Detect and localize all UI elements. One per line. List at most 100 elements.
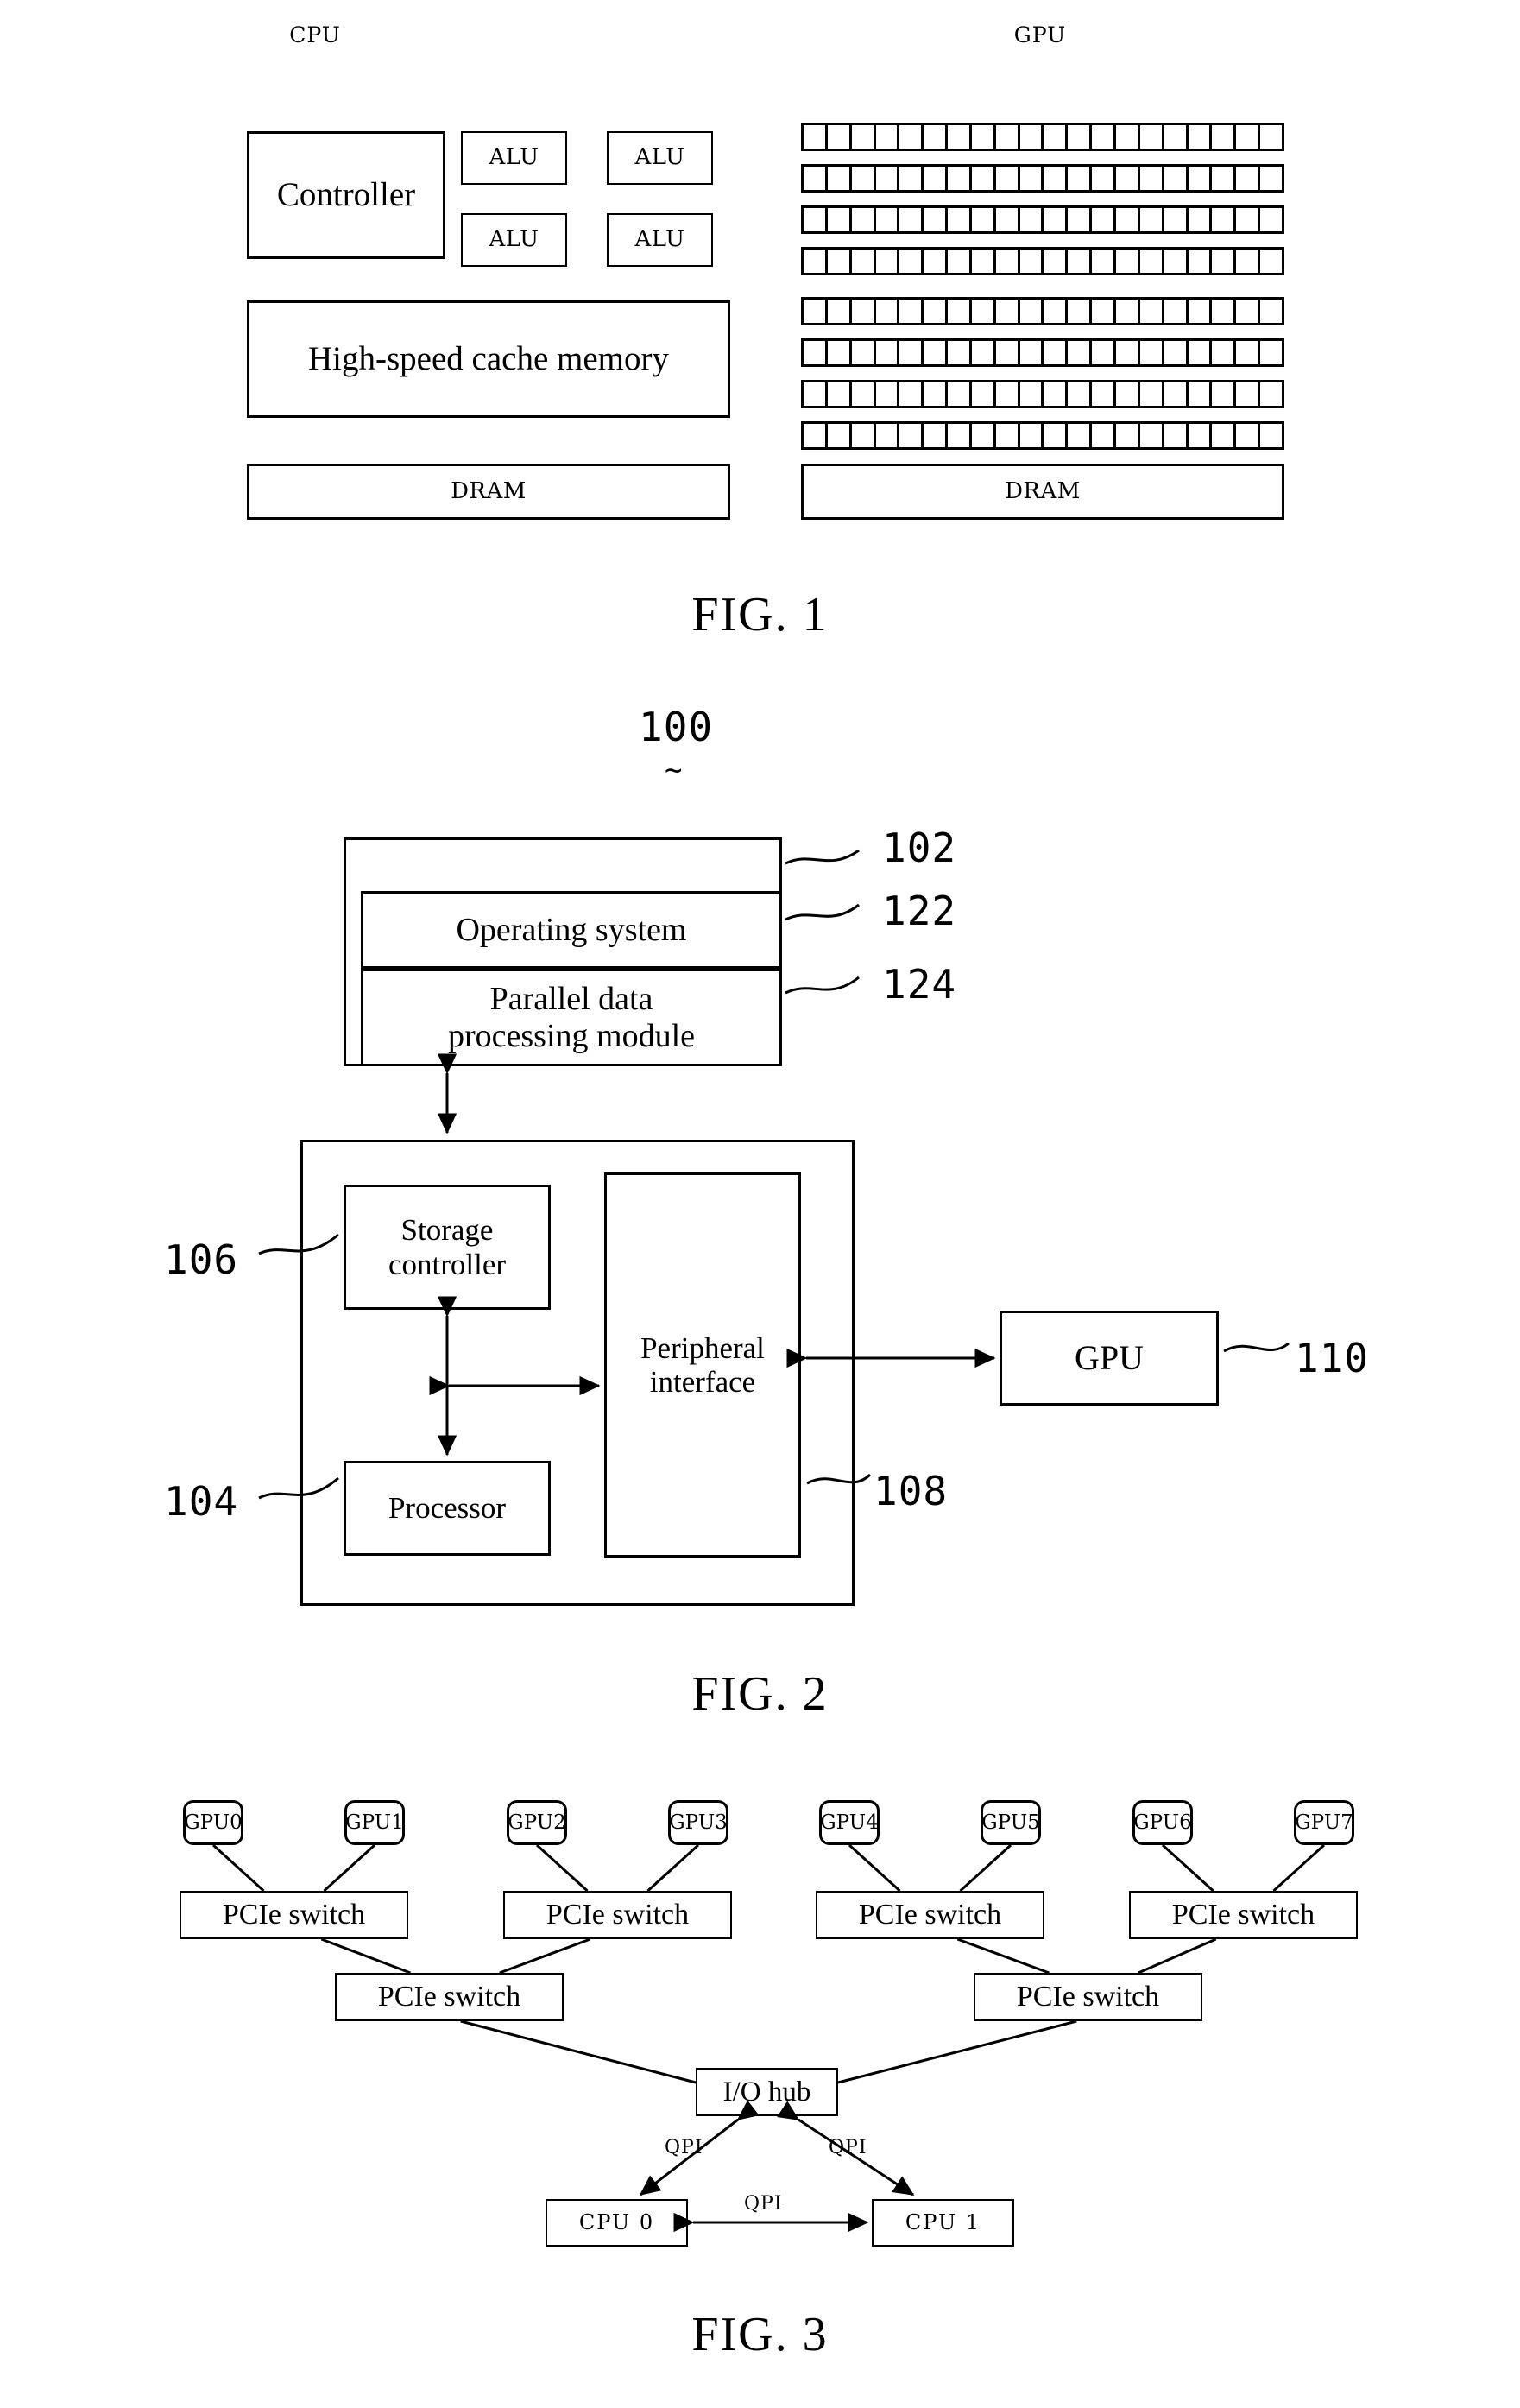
cpu-alu-label: ALU xyxy=(634,226,685,253)
parallel-data-processing-module-block: Parallel data processing module xyxy=(361,969,782,1066)
gpu-core-cell xyxy=(852,250,876,273)
gpu-core-cell xyxy=(1068,167,1093,190)
cpu-1-block: CPU 1 xyxy=(872,2199,1014,2247)
gpu-node-gpu1: GPU1 xyxy=(344,1800,405,1845)
gpu-core-cell xyxy=(972,125,996,149)
gpu-core-cell xyxy=(948,250,972,273)
gpu-core-cell xyxy=(948,382,972,406)
gpu-core-cell xyxy=(1116,382,1140,406)
gpu-core-cell xyxy=(1260,382,1282,406)
ref-104: 104 xyxy=(164,1478,239,1525)
storage-controller-block: Storage controller xyxy=(344,1185,551,1310)
gpu-core-cell xyxy=(1236,424,1261,447)
gpu-core-cell xyxy=(1020,341,1044,364)
cpu-alu-label: ALU xyxy=(634,144,685,171)
gpu-core-cell xyxy=(876,300,900,323)
qpi-label-left: QPI xyxy=(665,2137,703,2158)
gpu-core-cell xyxy=(876,341,900,364)
gpu-core-cell xyxy=(1068,300,1093,323)
gpu-core-cell xyxy=(804,167,828,190)
gpu-core-cell xyxy=(852,208,876,231)
gpu-node-gpu6: GPU6 xyxy=(1132,1800,1193,1845)
link-pcie-tier1-to-tier2 xyxy=(499,1937,591,1975)
gpu-block: GPU xyxy=(1000,1311,1219,1406)
gpu-dram-box: DRAM xyxy=(801,464,1284,520)
gpu-core-cell xyxy=(1044,341,1069,364)
gpu-core-cell xyxy=(1044,167,1069,190)
gpu-core-cell xyxy=(996,382,1020,406)
link-pcie-tier2-to-iohub xyxy=(460,2019,697,2084)
qpi-label-center: QPI xyxy=(744,2193,783,2215)
gpu-core-cell xyxy=(876,424,900,447)
peripheral-interface-block: Peripheral interface xyxy=(604,1172,801,1558)
gpu-core-cell xyxy=(804,341,828,364)
gpu-core-cell xyxy=(899,382,924,406)
gpu-core-cell xyxy=(924,424,949,447)
gpu-core-cell xyxy=(828,341,852,364)
gpu-core-cell xyxy=(1020,250,1044,273)
processor-label: Processor xyxy=(388,1491,507,1526)
gpu-core-cell xyxy=(1068,424,1093,447)
gpu-dram-label: DRAM xyxy=(1005,477,1081,504)
gpu-core-cell xyxy=(1212,208,1237,231)
gpu-core-cell xyxy=(996,341,1020,364)
gpu-core-cell xyxy=(924,125,949,149)
figure-3-caption: FIG. 3 xyxy=(691,2308,829,2361)
gpu-core-cell xyxy=(972,167,996,190)
gpu-core-cell xyxy=(899,424,924,447)
gpu-core-cell xyxy=(1044,208,1069,231)
cpu-cache-label: High-speed cache memory xyxy=(308,340,669,378)
cpu-cache-box: High-speed cache memory xyxy=(247,300,730,418)
cpu-dram-box: DRAM xyxy=(247,464,730,520)
system-reference-numeral: 100 xyxy=(639,704,714,750)
gpu-core-cell xyxy=(1116,208,1140,231)
gpu-core-cell xyxy=(948,341,972,364)
gpu-core-cell xyxy=(876,382,900,406)
gpu-node-gpu0: GPU0 xyxy=(183,1800,243,1845)
gpu-core-row xyxy=(801,380,1284,408)
leader-102 xyxy=(785,849,860,865)
gpu-core-cell xyxy=(1044,424,1069,447)
gpu-core-cell xyxy=(924,250,949,273)
gpu-core-cell xyxy=(876,250,900,273)
gpu-core-cell xyxy=(1189,341,1213,364)
gpu-node-gpu2: GPU2 xyxy=(507,1800,567,1845)
gpu-core-cell xyxy=(972,208,996,231)
gpu-core-cell xyxy=(1236,208,1261,231)
gpu-core-cell xyxy=(972,382,996,406)
gpu-core-cell xyxy=(1020,125,1044,149)
gpu-core-cell xyxy=(852,341,876,364)
storage-controller-label-line1: Storage xyxy=(400,1213,494,1248)
cpu-0-label: CPU 0 xyxy=(578,2210,655,2235)
operating-system-label: Operating system xyxy=(456,911,687,948)
gpu-core-row xyxy=(801,421,1284,450)
gpu-core-cell xyxy=(1092,341,1116,364)
gpu-core-cell xyxy=(852,424,876,447)
gpu-core-cell xyxy=(828,167,852,190)
gpu-core-cell xyxy=(899,341,924,364)
gpu-core-cell xyxy=(1068,125,1093,149)
gpu-core-cell xyxy=(1212,167,1237,190)
gpu-core-row xyxy=(801,123,1284,151)
gpu-core-cell xyxy=(1140,341,1164,364)
gpu-core-cell xyxy=(1164,300,1189,323)
figure-2-caption: FIG. 2 xyxy=(691,1667,829,1721)
gpu-core-cell xyxy=(1260,341,1282,364)
gpu-core-cell xyxy=(1236,341,1261,364)
gpu-core-cell xyxy=(1044,125,1069,149)
cpu-0-block: CPU 0 xyxy=(546,2199,688,2247)
gpu-core-cell xyxy=(1116,341,1140,364)
gpu-core-cell xyxy=(1020,382,1044,406)
gpu-core-cell xyxy=(1092,125,1116,149)
gpu-core-cell xyxy=(852,382,876,406)
pcie-switch-tier1-4: PCIe switch xyxy=(1129,1891,1358,1939)
gpu-core-cell xyxy=(899,167,924,190)
gpu-core-cell xyxy=(948,167,972,190)
operating-system-block: Operating system xyxy=(361,891,782,969)
gpu-core-cell xyxy=(1260,424,1282,447)
gpu-core-cell xyxy=(852,125,876,149)
gpu-core-cell xyxy=(804,125,828,149)
gpu-core-cell xyxy=(1260,208,1282,231)
gpu-core-cell xyxy=(1164,424,1189,447)
gpu-core-cell xyxy=(1236,167,1261,190)
